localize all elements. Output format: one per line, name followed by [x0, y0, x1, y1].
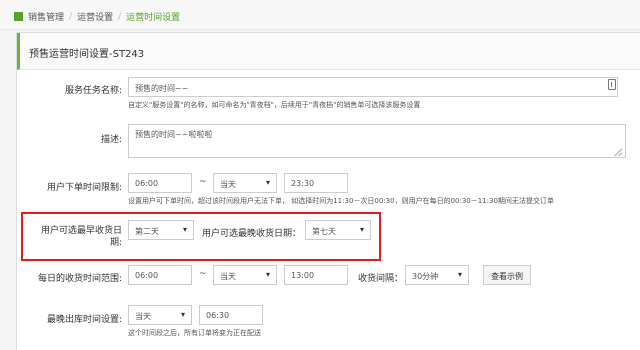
- clipboard-icon: [608, 79, 616, 90]
- earliest-receive-label-line2: 期:: [109, 238, 122, 248]
- earliest-receive-label-line1: 用户可选最早收货日: [40, 226, 122, 236]
- earliest-receive-select[interactable]: 第二天 ▾: [128, 220, 194, 240]
- breadcrumb-item-ops[interactable]: 运营设置: [77, 10, 113, 23]
- breadcrumb-separator: /: [69, 11, 73, 22]
- latest-out-day-select[interactable]: 当天 ▾: [128, 305, 192, 325]
- order-time-help: 设置用户可下单时间，超过该时间段用户无法下单， 如选择时间为11:30－次日00…: [128, 197, 554, 205]
- chevron-down-icon: ▾: [180, 310, 185, 319]
- service-name-label: 服务任务名称:: [64, 86, 122, 96]
- daily-day-select[interactable]: 当天 ▾: [213, 265, 277, 285]
- order-end-input[interactable]: 23:30: [284, 173, 348, 193]
- latest-out-time-input[interactable]: 06:30: [199, 305, 263, 325]
- daily-end-input[interactable]: 13:00: [284, 265, 348, 285]
- range-tilde: ~: [199, 177, 207, 187]
- order-day-value: 当天: [220, 180, 236, 189]
- top-bar: 销售管理 / 运营设置 / 运营时间设置: [0, 0, 640, 30]
- description-textarea[interactable]: 预售的时间~~啦啦啦: [128, 124, 626, 158]
- latest-receive-label: 用户可选最晚收货日期：: [202, 229, 302, 239]
- latest-receive-value: 第七天: [312, 227, 336, 236]
- description-label: 描述:: [100, 135, 122, 145]
- breadcrumb-item-sales[interactable]: 销售管理: [28, 10, 64, 23]
- panel-title: 预售运营时间设置-ST243: [29, 49, 145, 60]
- chevron-down-icon: ▾: [457, 270, 462, 279]
- daily-start-input[interactable]: 06:00: [128, 265, 192, 285]
- chevron-down-icon: ▾: [265, 270, 270, 279]
- order-day-select[interactable]: 当天 ▾: [213, 173, 277, 193]
- interval-label: 收货间隔：: [358, 274, 404, 284]
- earliest-receive-value: 第二天: [135, 227, 159, 236]
- description-text: 预售的时间~~啦啦啦: [135, 130, 213, 139]
- latest-receive-select[interactable]: 第七天 ▾: [305, 220, 371, 240]
- panel-header: 预售运营时间设置-ST243: [17, 33, 640, 70]
- chevron-down-icon: ▾: [359, 225, 364, 234]
- service-name-help: 自定义"服务设置"的名称，如可命名为"青夜档"，后续用于"青夜档"的销售单可选择…: [128, 101, 421, 109]
- latest-out-help: 这个时间段之后，所有订单将变为正在配送: [128, 329, 261, 337]
- order-time-label: 用户下单时间限制:: [46, 183, 122, 193]
- resize-grip-icon[interactable]: [614, 148, 622, 156]
- breadcrumb-separator: /: [118, 11, 122, 22]
- interval-value: 30分钟: [412, 272, 439, 281]
- chevron-down-icon: ▾: [265, 178, 270, 187]
- range-tilde: ~: [199, 269, 207, 279]
- daily-day-value: 当天: [220, 272, 236, 281]
- breadcrumb-item-current: 运营时间设置: [126, 13, 181, 23]
- order-start-input[interactable]: 06:00: [128, 173, 192, 193]
- interval-select[interactable]: 30分钟 ▾: [405, 265, 469, 285]
- view-example-button[interactable]: 查看示例: [483, 265, 531, 285]
- latest-out-label: 最晚出库时间设置:: [46, 315, 122, 325]
- service-name-input[interactable]: 预售的时间~~: [128, 77, 618, 97]
- breadcrumb-square-icon: [14, 12, 23, 21]
- daily-range-label: 每日的收货时间范围:: [37, 274, 122, 284]
- latest-out-day-value: 当天: [135, 312, 151, 321]
- breadcrumb: 销售管理 / 运营设置 / 运营时间设置: [14, 10, 180, 23]
- chevron-down-icon: ▾: [182, 225, 187, 234]
- earliest-receive-label: 用户可选最早收货日 期:: [26, 225, 122, 249]
